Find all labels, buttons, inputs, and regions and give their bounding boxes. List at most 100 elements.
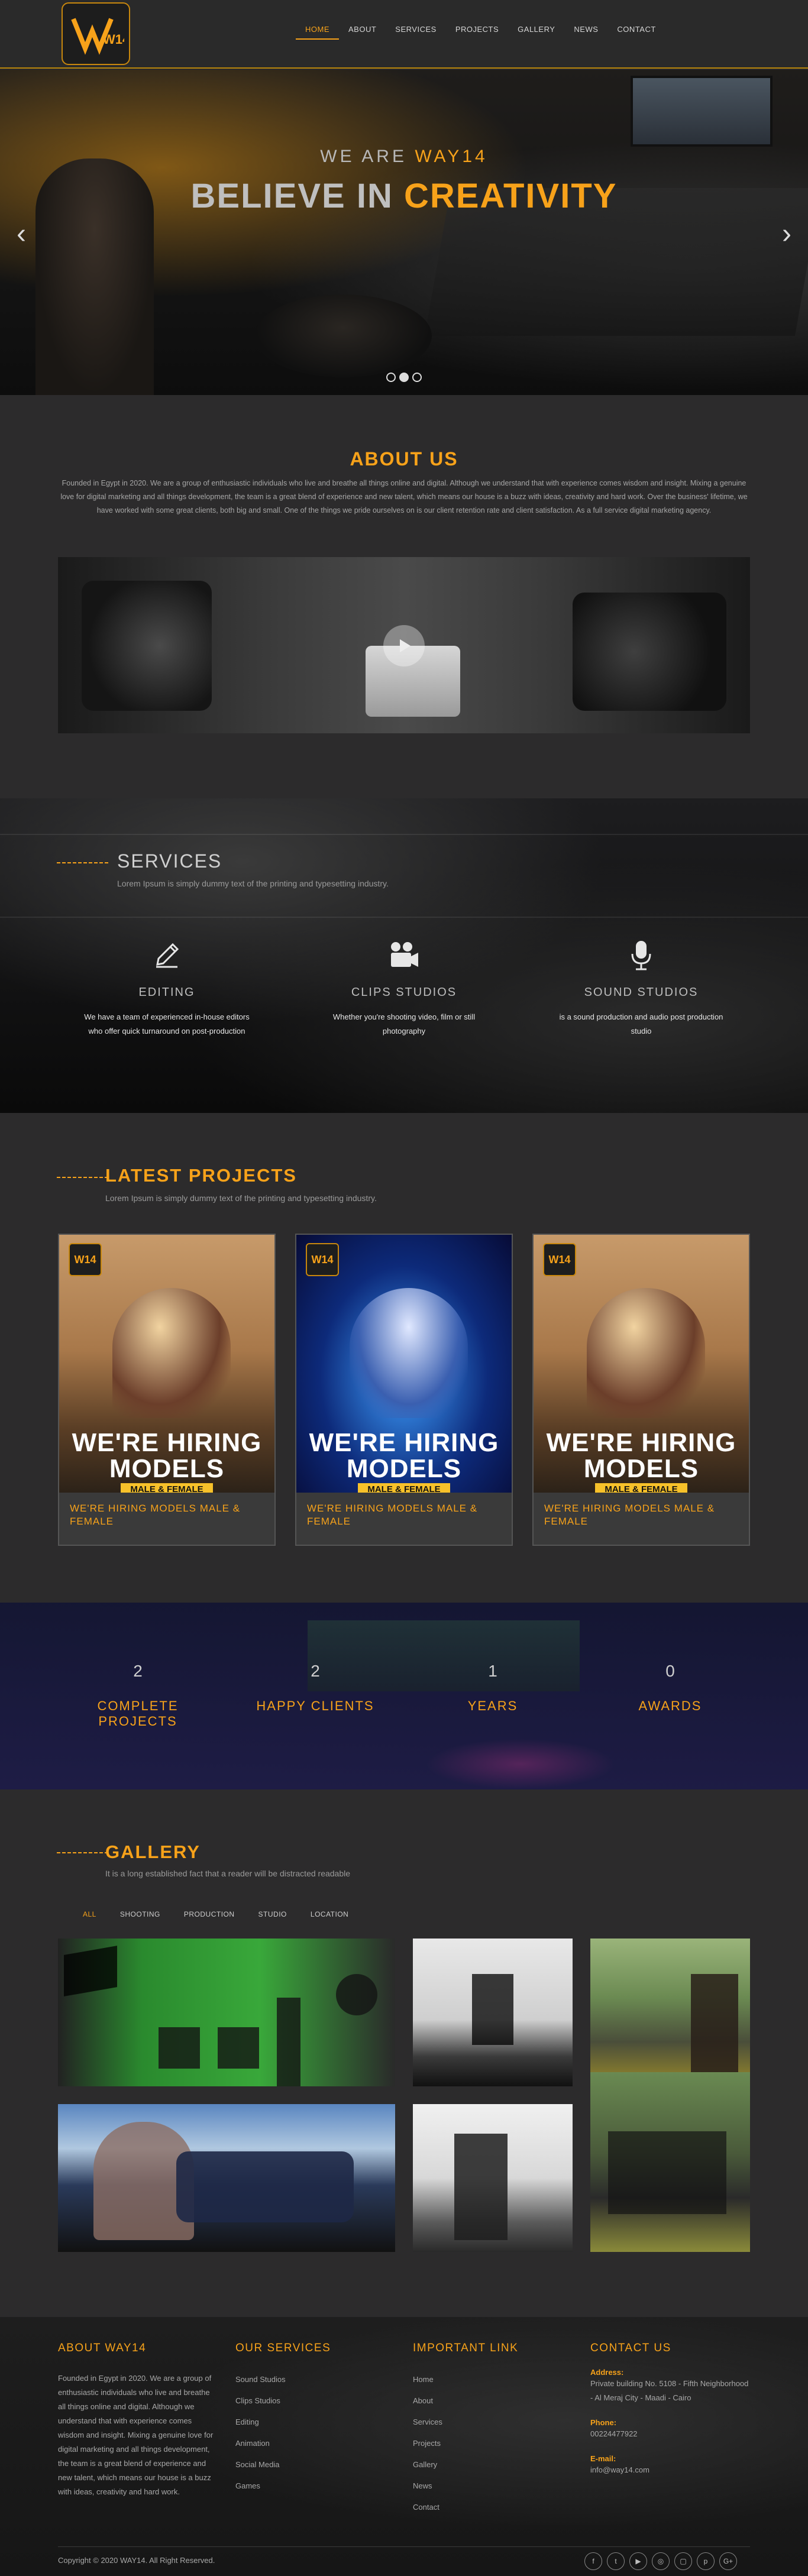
footer-contact-title: CONTACT US [590,2342,671,2354]
slider-dot-2[interactable] [399,373,409,382]
email-value[interactable]: info@way14.com [590,2463,750,2477]
chevron-left-icon[interactable]: ‹ [17,218,26,250]
filter-shooting[interactable]: SHOOTING [108,1907,172,1922]
poster-headline-line2: MODELS [583,1454,699,1483]
services-section: SERVICES Lorem Ipsum is simply dummy tex… [0,798,808,1113]
footer-links-title: IMPORTANT LINK [413,2342,519,2354]
gallery-image-cameraman[interactable] [58,2104,395,2252]
poster-models-image [587,1288,705,1418]
project-card[interactable]: W14 WE'RE HIRING MODELS MALE & FEMALE WE'… [58,1234,276,1546]
operator-shape [454,2134,508,2240]
gallery-image-green-screen[interactable] [58,1939,395,2086]
gallery-image-outdoor-shoot[interactable] [590,1939,750,2086]
instagram-icon[interactable]: ◎ [652,2552,670,2570]
project-caption[interactable]: WE'RE HIRING MODELS MALE & FEMALE [307,1502,502,1528]
decor-line [0,834,808,835]
poster-tag-text: MALE & FEMALE [121,1483,213,1493]
footer-service-link[interactable]: Clips Studios [235,2390,331,2412]
slider-dot-1[interactable] [386,373,396,382]
nav-contact[interactable]: CONTACT [607,20,665,40]
gallery-image-tripod-operator[interactable] [413,2104,573,2252]
chair-shape [218,2027,259,2069]
poster-logo: W14 [69,1243,102,1276]
address-value: Private building No. 5108 - Fifth Neighb… [590,2379,749,2402]
service-title: EDITING [138,986,195,999]
footer-link[interactable]: Home [413,2369,518,2390]
footer-about-text: Founded in Egypt in 2020. We are a group… [58,2374,214,2496]
counter-label: AWARDS [638,1698,702,1713]
service-editing: EDITING We have a team of experienced in… [78,937,256,1038]
footer-link[interactable]: Projects [413,2433,518,2454]
hero-title-accent: CREATIVITY [403,177,618,215]
site-logo[interactable]: W14 [62,2,130,65]
nav-about[interactable]: ABOUT [339,20,386,40]
footer-contact: CONTACT US Address: Private building No.… [590,2342,750,2477]
woman-shape [691,1974,738,2086]
poster-tag: MALE & FEMALE [296,1483,512,1493]
about-section: ABOUT US Founded in Egypt in 2020. We ar… [0,395,808,798]
poster-headline-line1: WE'RE HIRING [546,1428,736,1457]
project-poster: W14 WE'RE HIRING MODELS MALE & FEMALE [59,1235,274,1493]
nav-projects[interactable]: PROJECTS [446,20,508,40]
chair-shape [159,2027,200,2069]
poster-models-image [112,1288,231,1418]
main-nav: HOME ABOUT SERVICES PROJECTS GALLERY NEW… [296,20,665,40]
about-title: ABOUT US [350,448,458,470]
nav-home[interactable]: HOME [296,20,339,40]
gallery-image-location-crew[interactable] [590,2072,750,2252]
footer-service-link[interactable]: Editing [235,2412,331,2433]
hero-monitor-image [631,76,773,147]
poster-logo: W14 [306,1243,339,1276]
title-dashes [57,1852,108,1853]
poster-headline-line2: MODELS [109,1454,225,1483]
google-plus-icon[interactable]: G+ [719,2552,737,2570]
footer-service-link[interactable]: Games [235,2475,331,2497]
hero-slider: WE ARE WAY14 BELIEVE IN CREATIVITY ‹ › [0,70,808,395]
footer-link[interactable]: News [413,2475,518,2497]
poster-headline-line1: WE'RE HIRING [309,1428,499,1457]
filter-all[interactable]: ALL [71,1907,108,1922]
footer-link[interactable]: Services [413,2412,518,2433]
gallery-image-camera-crew[interactable] [413,1939,573,2086]
hero-title-text: BELIEVE IN [190,177,404,215]
slider-dot-3[interactable] [412,373,422,382]
footer-service-link[interactable]: Animation [235,2433,331,2454]
counter-label: COMPLETE PROJECTS [97,1698,179,1729]
project-card[interactable]: W14 WE'RE HIRING MODELS MALE & FEMALE WE'… [532,1234,750,1546]
flickr-icon[interactable]: ▢ [674,2552,692,2570]
twitter-icon[interactable]: t [607,2552,625,2570]
footer-link[interactable]: Contact [413,2497,518,2518]
nav-news[interactable]: NEWS [564,20,607,40]
filter-location[interactable]: LOCATION [299,1907,360,1922]
nav-services[interactable]: SERVICES [386,20,446,40]
about-video[interactable] [58,557,750,733]
footer-link[interactable]: Gallery [413,2454,518,2475]
chevron-right-icon[interactable]: › [782,218,791,250]
project-caption[interactable]: WE'RE HIRING MODELS MALE & FEMALE [544,1502,739,1528]
play-icon[interactable] [383,625,425,666]
gallery-section: GALLERY It is a long established fact th… [0,1789,808,2317]
hero-subtitle-text: WE ARE [320,147,415,166]
softbox-shape [64,1946,117,1996]
facebook-icon[interactable]: f [584,2552,602,2570]
footer-link[interactable]: About [413,2390,518,2412]
footer-service-link[interactable]: Social Media [235,2454,331,2475]
phone-value[interactable]: 00224477922 [590,2427,750,2441]
project-caption[interactable]: WE'RE HIRING MODELS MALE & FEMALE [70,1502,265,1528]
site-header: W14 HOME ABOUT SERVICES PROJECTS GALLERY… [0,0,808,69]
nav-gallery[interactable]: GALLERY [508,20,564,40]
footer-service-link[interactable]: Sound Studios [235,2369,331,2390]
poster-headline-line2: MODELS [346,1454,462,1483]
filter-production[interactable]: PRODUCTION [172,1907,247,1922]
pencil-icon [78,937,256,973]
phone-label: Phone: [590,2418,617,2427]
poster-tag-text: MALE & FEMALE [358,1483,450,1493]
footer-about-title: ABOUT WAY14 [58,2342,147,2354]
youtube-icon[interactable]: ▶ [629,2552,647,2570]
counters-section: 2 COMPLETE PROJECTS 2 HAPPY CLIENTS 1 YE… [0,1603,808,1789]
pinterest-icon[interactable]: p [697,2552,715,2570]
filter-studio[interactable]: STUDIO [247,1907,299,1922]
footer-services: OUR SERVICES Sound Studios Clips Studios… [235,2342,331,2497]
project-card[interactable]: W14 WE'RE HIRING MODELS MALE & FEMALE WE'… [295,1234,513,1546]
services-lead: Lorem Ipsum is simply dummy text of the … [117,879,389,888]
